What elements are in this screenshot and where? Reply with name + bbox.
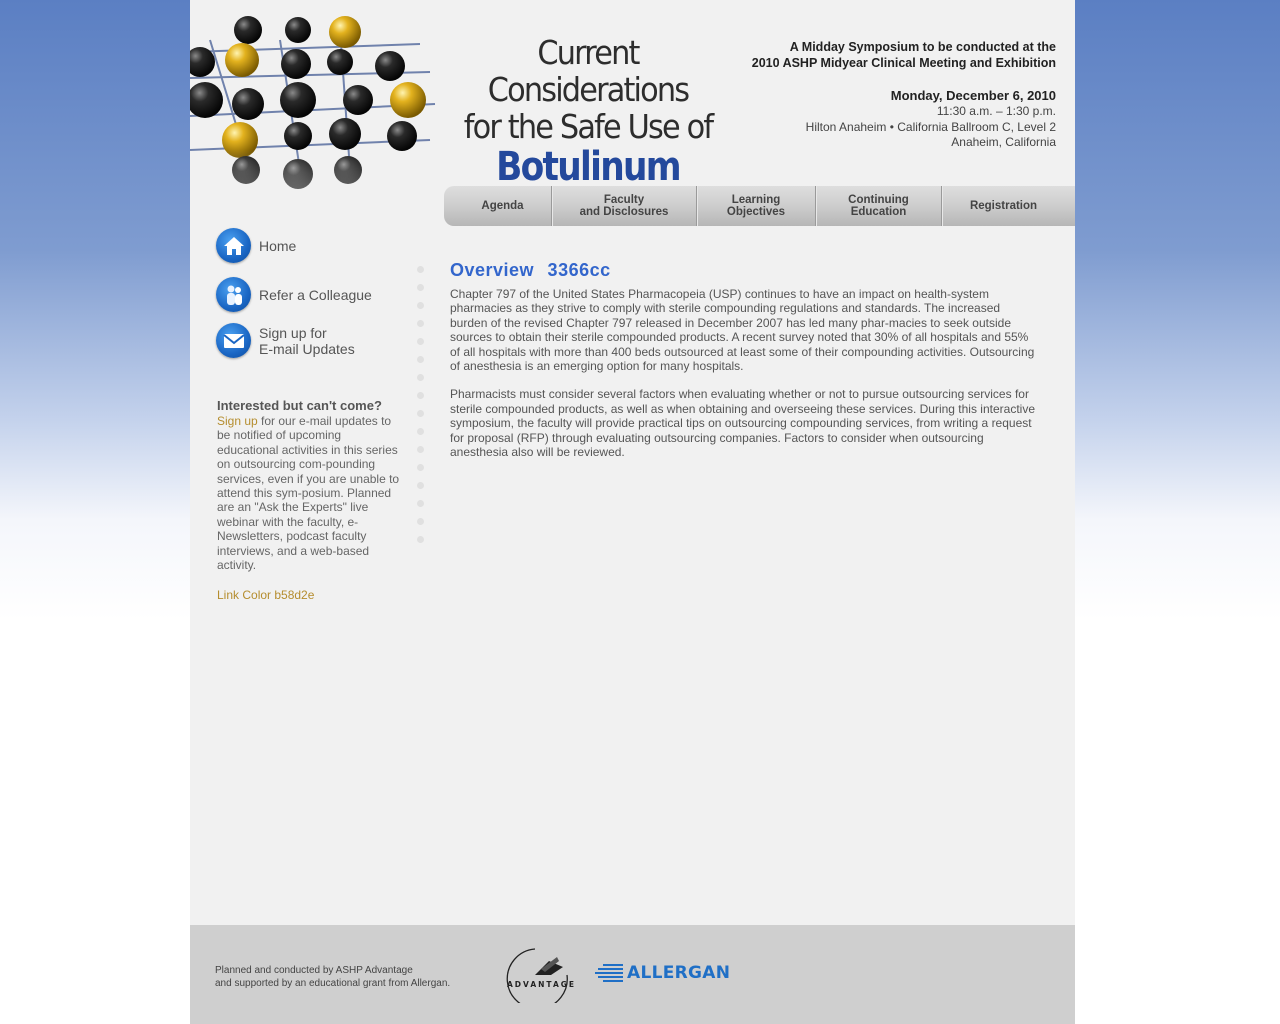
interested-text: Sign up for our e-mail updates to be not… (217, 414, 403, 572)
sidebar-link-email-signup[interactable]: Sign up for E-mail Updates (216, 323, 355, 358)
interested-heading: Interested but can't come? (217, 398, 382, 413)
allergan-mark-icon (595, 964, 623, 982)
overview-paragraph-2: Pharmacists must consider several factor… (450, 387, 1035, 460)
sidebar-link-home[interactable]: Home (216, 228, 296, 263)
people-icon (216, 277, 251, 312)
event-venue: Hilton Anaheim • California Ballroom C, … (805, 119, 1056, 134)
dotted-divider (417, 266, 427, 554)
allergan-logo: ALLERGAN (595, 963, 730, 983)
event-description-line-1: A Midday Symposium to be conducted at th… (789, 40, 1056, 54)
main-navigation: Agenda Faculty and Disclosures Learning … (444, 186, 1075, 226)
signup-link[interactable]: Sign up (217, 414, 258, 428)
event-description-line-2: 2010 ASHP Midyear Clinical Meeting and E… (751, 56, 1056, 70)
event-date: Monday, December 6, 2010 (890, 88, 1056, 103)
signup-label: Sign up for E-mail Updates (259, 325, 355, 357)
sidebar-link-refer-colleague[interactable]: Refer a Colleague (216, 277, 372, 312)
advantage-logo-text: ADVANTAGE (507, 980, 576, 989)
page-container: Current Considerations for the Safe Use … (190, 0, 1075, 1024)
overview-paragraph-1: Chapter 797 of the United States Pharmac… (450, 287, 1035, 374)
nav-faculty-disclosures[interactable]: Faculty and Disclosures (552, 186, 697, 226)
event-details: A Midday Symposium to be conducted at th… (752, 39, 1056, 151)
signup-label-line-2: E-mail Updates (259, 340, 355, 357)
molecule-graphic (190, 0, 440, 245)
event-city: Anaheim, California (951, 135, 1056, 149)
signup-label-line-1: Sign up for (259, 324, 327, 341)
interested-body-text: for our e-mail updates to be notified of… (217, 414, 400, 573)
envelope-icon (216, 323, 251, 358)
home-label: Home (259, 237, 297, 254)
event-time: 11:30 a.m. – 1:30 p.m. (936, 104, 1056, 118)
nav-continuing-education[interactable]: Continuing Education (816, 186, 942, 226)
footer-line-1: Planned and conducted by ASHP Advantage (215, 965, 413, 976)
footer-credits: Planned and conducted by ASHP Advantage … (215, 965, 450, 990)
ashp-advantage-logo: ADVANTAGE (505, 945, 580, 1010)
title-line-1: Current Considerations (487, 33, 690, 109)
overview-heading: Overview 3366cc (450, 260, 611, 280)
nav-registration[interactable]: Registration (942, 186, 1075, 226)
nav-learning-objectives[interactable]: Learning Objectives (697, 186, 816, 226)
nav-agenda[interactable]: Agenda (444, 186, 552, 226)
title-line-2: for the Safe Use of (463, 107, 714, 146)
allergan-logo-text: ALLERGAN (627, 963, 731, 983)
interested-section: Interested but can't come? Sign up for o… (217, 398, 403, 572)
home-icon (216, 228, 251, 263)
footer: Planned and conducted by ASHP Advantage … (190, 925, 1075, 1024)
main-content: Overview 3366cc Chapter 797 of the Unite… (450, 259, 1038, 459)
refer-label: Refer a Colleague (259, 286, 372, 303)
link-color-sample[interactable]: Link Color b58d2e (217, 588, 314, 602)
footer-line-2: and supported by an educational grant fr… (215, 977, 451, 989)
